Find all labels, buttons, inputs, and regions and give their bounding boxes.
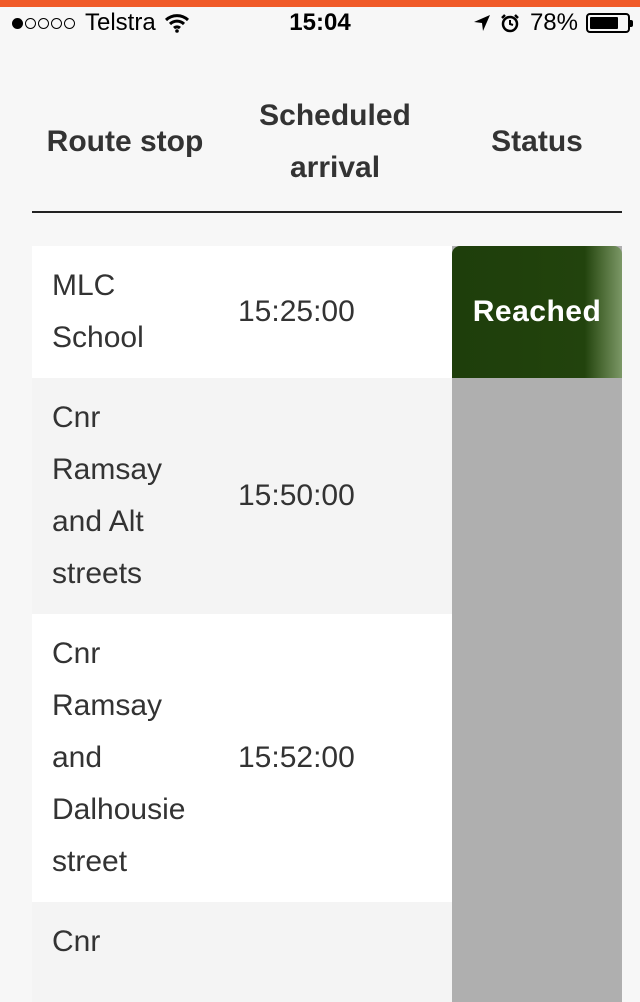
table-row: Cnr Ramsay and Alt streets 15:50:00 xyxy=(32,378,622,614)
status-bar: Telstra 15:04 78% xyxy=(0,7,640,40)
table-row: MLC School 15:25:00 Reached xyxy=(32,246,622,378)
status-badge: Reached xyxy=(452,246,622,378)
top-accent-bar xyxy=(0,0,640,7)
header-divider xyxy=(32,211,622,213)
route-stop-name: Cnr Ramsay and Alt streets xyxy=(32,378,218,614)
table-header: Route stop Scheduled arrival Status xyxy=(32,90,622,213)
status-cell xyxy=(452,614,622,902)
status-cell xyxy=(452,902,622,1002)
header-scheduled-arrival: Scheduled arrival xyxy=(259,99,411,184)
alarm-clock-icon xyxy=(501,14,519,33)
battery-icon xyxy=(586,13,633,33)
scheduled-arrival-time xyxy=(218,902,452,1002)
route-stop-name: Cnr xyxy=(32,902,218,1002)
route-table: MLC School 15:25:00 Reached Cnr Ramsay a… xyxy=(32,246,622,1002)
table-row: Cnr Ramsay and Dalhousie street 15:52:00 xyxy=(32,614,622,902)
table-row: Cnr xyxy=(32,902,622,1002)
battery-percentage: 78% xyxy=(529,9,578,36)
route-stop-name: MLC School xyxy=(32,246,218,378)
scheduled-arrival-time: 15:25:00 xyxy=(218,246,452,378)
location-arrow-icon xyxy=(473,15,490,31)
header-status: Status xyxy=(491,125,583,158)
status-cell xyxy=(452,378,622,614)
scheduled-arrival-time: 15:50:00 xyxy=(218,378,452,614)
header-route-stop: Route stop xyxy=(46,125,204,158)
route-stop-name: Cnr Ramsay and Dalhousie street xyxy=(32,614,218,902)
scheduled-arrival-time: 15:52:00 xyxy=(218,614,452,902)
status-cell: Reached xyxy=(452,246,622,378)
